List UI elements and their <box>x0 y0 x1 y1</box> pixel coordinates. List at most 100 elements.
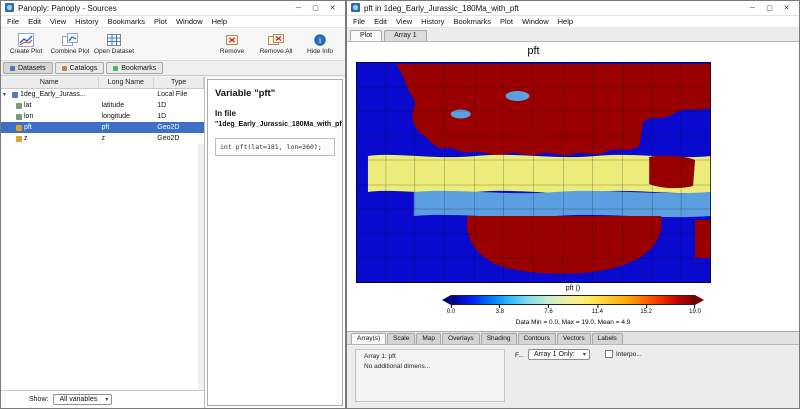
menu-view[interactable]: View <box>396 17 412 26</box>
menu-bookmarks[interactable]: Bookmarks <box>108 17 146 26</box>
tab-vectors[interactable]: Vectors <box>557 333 591 344</box>
window-controls: ─ ▢ ✕ <box>744 2 795 15</box>
table-empty-space <box>1 144 204 390</box>
menu-bookmarks[interactable]: Bookmarks <box>454 17 492 26</box>
tree-expander-icon[interactable]: ▾ <box>3 91 10 98</box>
column-name[interactable]: Name <box>1 77 99 88</box>
bookmarks-icon <box>113 66 118 71</box>
table-row-lat[interactable]: lat latitude 1D <box>1 100 204 111</box>
menu-help[interactable]: Help <box>212 17 227 26</box>
desktop: Panoply: Panoply - Sources ─ ▢ ✕ File Ed… <box>0 0 800 409</box>
plot-settings-tabbar: Array(s) Scale Map Overlays Shading Cont… <box>347 331 799 345</box>
remove-button[interactable]: Remove <box>210 33 254 55</box>
tab-bookmarks-label: Bookmarks <box>121 65 156 72</box>
tab-contours[interactable]: Contours <box>518 333 556 344</box>
variable-title: Variable "pft" <box>215 88 335 99</box>
colorbar-ticks: 0.0 3.8 7.6 11.4 15.2 19.0 <box>451 305 695 317</box>
interpolate-label: Interpo... <box>616 351 642 358</box>
row-long-name: longitude <box>99 111 155 122</box>
minimize-icon[interactable]: ─ <box>744 2 761 15</box>
remove-all-icon <box>268 33 284 47</box>
row-type: 1D <box>154 111 204 122</box>
sources-window: Panoply: Panoply - Sources ─ ▢ ✕ File Ed… <box>0 0 346 409</box>
colorbar-gradient <box>451 295 695 305</box>
row-type: Geo2D <box>154 133 204 144</box>
minimize-icon[interactable]: ─ <box>290 2 307 15</box>
remove-all-button[interactable]: Remove All <box>254 33 298 55</box>
tab-overlays[interactable]: Overlays <box>442 333 480 344</box>
create-plot-label: Create Plot <box>10 48 43 55</box>
variable-icon <box>16 114 22 120</box>
array-list[interactable]: Array 1: pft No additional dimens... <box>355 349 505 402</box>
sources-titlebar[interactable]: Panoply: Panoply - Sources ─ ▢ ✕ <box>1 1 345 16</box>
tab-catalogs[interactable]: Catalogs <box>55 62 105 74</box>
array-dims-note: No additional dimens... <box>364 363 496 370</box>
show-variables-dropdown[interactable]: All variables <box>53 394 112 405</box>
data-stats: Data Min = 0.0, Max = 19.0, Mean = 4.9 <box>442 319 704 326</box>
maximize-icon[interactable]: ▢ <box>307 2 324 15</box>
row-long-name: z <box>99 133 155 144</box>
menu-window[interactable]: Window <box>176 17 203 26</box>
tab-labels[interactable]: Labels <box>592 333 623 344</box>
table-row-lon[interactable]: lon longitude 1D <box>1 111 204 122</box>
tab-array-1[interactable]: Array 1 <box>384 30 427 41</box>
hide-info-button[interactable]: i Hide Info <box>298 33 342 55</box>
tab-datasets[interactable]: Datasets <box>3 62 53 74</box>
menu-plot[interactable]: Plot <box>500 17 513 26</box>
combine-plot-button[interactable]: Combine Plot <box>48 33 92 55</box>
panoply-app-icon <box>5 3 14 14</box>
create-plot-button[interactable]: Create Plot <box>4 33 48 55</box>
sources-menubar: File Edit View History Bookmarks Plot Wi… <box>1 16 345 28</box>
tab-shading[interactable]: Shading <box>481 333 517 344</box>
plot-app-icon <box>351 3 360 14</box>
array-plot-mode-dropdown[interactable]: Array 1 Only: <box>528 349 590 360</box>
tab-arrays[interactable]: Array(s) <box>351 333 386 344</box>
menu-history[interactable]: History <box>75 17 98 26</box>
plot-titlebar[interactable]: pft in 1deg_Early_Jurassic_180Ma_with_pf… <box>347 1 799 16</box>
menu-plot[interactable]: Plot <box>154 17 167 26</box>
maximize-icon[interactable]: ▢ <box>761 2 778 15</box>
colorbar-max-arrow-icon <box>695 295 704 305</box>
source-filename: "1deg_Early_Jurassic_180Ma_with_pft.nc" <box>215 121 335 128</box>
menu-window[interactable]: Window <box>522 17 549 26</box>
window-controls: ─ ▢ ✕ <box>290 2 341 15</box>
dataset-tree: Name Long Name Type ▾ 1deg_Early_Jurass.… <box>1 77 205 408</box>
tick-label: 19.0 <box>689 309 701 315</box>
table-header: Name Long Name Type <box>1 77 204 89</box>
tab-plot[interactable]: Plot <box>350 30 382 41</box>
in-file-label: In file <box>215 109 335 118</box>
row-name: 1deg_Early_Jurass... <box>20 91 86 98</box>
plot-tabbar: Plot Array 1 <box>347 28 799 42</box>
menu-history[interactable]: History <box>421 17 444 26</box>
table-row-dataset[interactable]: ▾ 1deg_Early_Jurass... Local File <box>1 89 204 100</box>
open-dataset-button[interactable]: Open Dataset <box>92 33 136 55</box>
tab-map[interactable]: Map <box>416 333 441 344</box>
tab-scale[interactable]: Scale <box>387 333 415 344</box>
interpolate-option[interactable]: Interpo... <box>605 350 642 358</box>
tab-bookmarks[interactable]: Bookmarks <box>106 62 163 74</box>
colorbar[interactable] <box>442 295 704 305</box>
close-icon[interactable]: ✕ <box>778 2 795 15</box>
column-type[interactable]: Type <box>154 77 204 88</box>
sources-tabbar: Datasets Catalogs Bookmarks <box>1 61 345 76</box>
world-map-plot[interactable] <box>356 62 711 283</box>
tab-datasets-label: Datasets <box>18 65 46 72</box>
menu-view[interactable]: View <box>50 17 66 26</box>
row-name: z <box>24 135 28 142</box>
plot-canvas: pft <box>347 42 799 331</box>
row-name: lat <box>24 102 31 109</box>
interpolate-checkbox[interactable] <box>605 350 613 358</box>
show-label: Show: <box>29 396 48 403</box>
arrays-settings-panel: Array 1: pft No additional dimens... F..… <box>347 346 799 408</box>
menu-help[interactable]: Help <box>558 17 573 26</box>
remove-all-label: Remove All <box>260 48 293 55</box>
menu-edit[interactable]: Edit <box>28 17 41 26</box>
table-row-pft[interactable]: pft pft Geo2D <box>1 122 204 133</box>
menu-file[interactable]: File <box>7 17 19 26</box>
column-long-name[interactable]: Long Name <box>99 77 155 88</box>
menu-edit[interactable]: Edit <box>374 17 387 26</box>
close-icon[interactable]: ✕ <box>324 2 341 15</box>
menu-file[interactable]: File <box>353 17 365 26</box>
geo2d-variable-icon <box>16 136 22 142</box>
table-row-z[interactable]: z z Geo2D <box>1 133 204 144</box>
